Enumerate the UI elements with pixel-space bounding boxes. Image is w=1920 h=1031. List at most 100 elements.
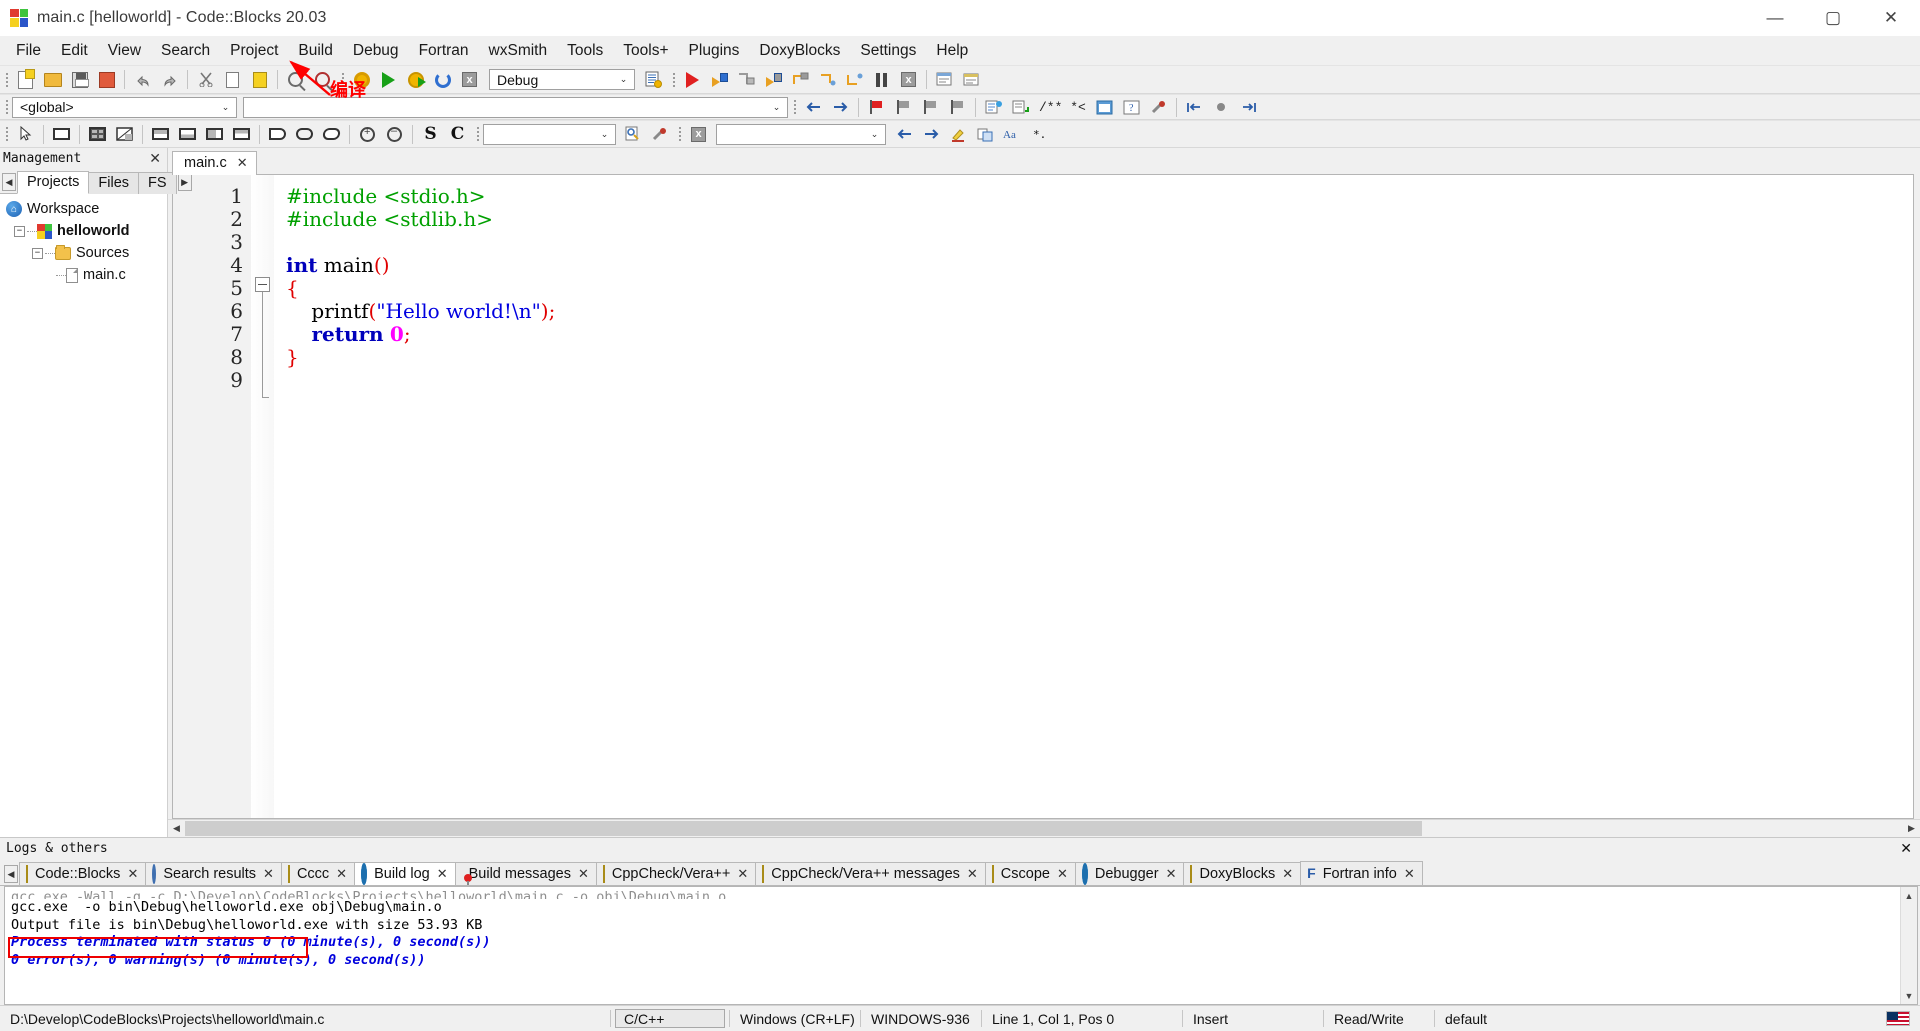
- nav-prev-result-button[interactable]: [892, 122, 917, 146]
- menu-build[interactable]: Build: [288, 39, 342, 63]
- break-debugger-button[interactable]: [869, 68, 894, 92]
- close-icon[interactable]: ✕: [1404, 866, 1415, 882]
- build-log-body[interactable]: gcc.exe -Wall -g -c D:\Develop\CodeBlock…: [4, 886, 1918, 1005]
- step-out-button[interactable]: [788, 68, 813, 92]
- tabs-scroll-right-button[interactable]: ▶: [177, 173, 192, 191]
- close-icon[interactable]: ✕: [1900, 840, 1912, 857]
- close-icon[interactable]: ✕: [237, 155, 248, 171]
- rebuild-button[interactable]: [430, 68, 455, 92]
- symbol-c-button[interactable]: C: [445, 122, 470, 146]
- save-button[interactable]: [67, 68, 92, 92]
- menu-edit[interactable]: Edit: [51, 39, 98, 63]
- doxy-run-button[interactable]: [1092, 95, 1117, 119]
- scope-select[interactable]: <global> ⌄: [12, 96, 237, 118]
- menu-tools-plus[interactable]: Tools+: [613, 39, 678, 63]
- doxy-settings-button[interactable]: [1146, 95, 1171, 119]
- toolbar-grip[interactable]: [3, 70, 10, 90]
- menu-search[interactable]: Search: [151, 39, 220, 63]
- doxy-blocks-button[interactable]: [981, 95, 1006, 119]
- status-language[interactable]: C/C++: [615, 1009, 725, 1028]
- new-file-button[interactable]: [13, 68, 38, 92]
- search-options-button[interactable]: [647, 122, 672, 146]
- zoom-out-button[interactable]: [382, 122, 407, 146]
- nav-back-button[interactable]: [801, 95, 826, 119]
- pointer-tool-button[interactable]: [13, 122, 38, 146]
- undo-button[interactable]: [130, 68, 155, 92]
- menu-tools[interactable]: Tools: [557, 39, 613, 63]
- step-into-instruction-button[interactable]: [842, 68, 867, 92]
- select-all-occurrences-button[interactable]: [973, 122, 998, 146]
- editor-tab-mainc[interactable]: main.c ✕: [172, 151, 257, 175]
- redo-button[interactable]: [157, 68, 182, 92]
- abort-build-button[interactable]: x: [457, 68, 482, 92]
- next-bookmark-button[interactable]: [918, 95, 943, 119]
- build-and-run-button[interactable]: [403, 68, 428, 92]
- log-tab-search-results[interactable]: Search results ✕: [145, 862, 282, 885]
- close-icon[interactable]: ✕: [737, 866, 748, 882]
- log-tab-build-messages[interactable]: Build messages ✕: [454, 862, 597, 885]
- scroll-thumb[interactable]: [185, 821, 1422, 836]
- extract-documentation-button[interactable]: [1008, 95, 1033, 119]
- close-icon[interactable]: ✕: [437, 866, 448, 882]
- goto-prev-button[interactable]: [1182, 95, 1207, 119]
- menu-debug[interactable]: Debug: [343, 39, 409, 63]
- code-editor[interactable]: 123456789 #include <stdio.h> #include <st…: [172, 174, 1914, 819]
- clear-bookmarks-button[interactable]: [945, 95, 970, 119]
- toolbar-grip[interactable]: [3, 124, 10, 144]
- spacer-button[interactable]: [292, 122, 317, 146]
- maximize-button[interactable]: ▢: [1804, 0, 1862, 35]
- close-icon[interactable]: ✕: [127, 866, 138, 882]
- symbol-select[interactable]: ⌄: [243, 96, 788, 118]
- debug-continue-button[interactable]: [680, 68, 705, 92]
- close-icon[interactable]: ✕: [1282, 866, 1293, 882]
- close-button[interactable]: ✕: [1862, 0, 1920, 35]
- prev-bookmark-button[interactable]: [891, 95, 916, 119]
- log-tab-fortran-info[interactable]: F Fortran info ✕: [1300, 861, 1423, 885]
- menu-settings[interactable]: Settings: [850, 39, 926, 63]
- log-tab-cppcheck-vera[interactable]: CppCheck/Vera++ ✕: [595, 862, 757, 885]
- log-vertical-scrollbar[interactable]: ▲ ▼: [1900, 887, 1917, 1004]
- expander-icon[interactable]: −: [32, 247, 43, 259]
- menu-doxyblocks[interactable]: DoxyBlocks: [749, 39, 850, 63]
- step-into-button[interactable]: [761, 68, 786, 92]
- scroll-right-icon[interactable]: ▶: [1903, 820, 1920, 837]
- nav-forward-button[interactable]: [828, 95, 853, 119]
- projects-tree[interactable]: ⌂ Workspace − helloworld − Sources main.…: [0, 194, 167, 837]
- tree-item-workspace[interactable]: ⌂ Workspace: [0, 198, 167, 220]
- sidebar-tab-files[interactable]: Files: [88, 172, 140, 194]
- oval-button[interactable]: [319, 122, 344, 146]
- goto-marker-button[interactable]: [1209, 95, 1234, 119]
- debugging-windows-button[interactable]: [932, 68, 957, 92]
- logs-scroll-left-button[interactable]: ◀: [4, 865, 18, 883]
- nav-next-result-button[interactable]: [919, 122, 944, 146]
- box-sizer-h-button[interactable]: [148, 122, 173, 146]
- minimize-button[interactable]: —: [1746, 0, 1804, 35]
- editor-horizontal-scrollbar[interactable]: ◀ ▶: [168, 819, 1920, 837]
- highlight-button[interactable]: [946, 122, 971, 146]
- sidebar-tab-fs[interactable]: FS: [138, 172, 177, 194]
- goto-next-button[interactable]: [1236, 95, 1261, 119]
- panel-button[interactable]: [49, 122, 74, 146]
- close-icon[interactable]: ✕: [578, 866, 589, 882]
- close-icon[interactable]: ✕: [1057, 866, 1068, 882]
- box-sizer-v-button[interactable]: [175, 122, 200, 146]
- close-icon[interactable]: ✕: [1166, 866, 1177, 882]
- menu-fortran[interactable]: Fortran: [409, 39, 479, 63]
- grid-sizer-button[interactable]: [85, 122, 110, 146]
- next-line-button[interactable]: [734, 68, 759, 92]
- toggle-bookmark-button[interactable]: [864, 95, 889, 119]
- scroll-up-icon[interactable]: ▲: [1901, 887, 1917, 904]
- log-tab-debugger[interactable]: Debugger ✕: [1074, 862, 1185, 885]
- secondary-search-input[interactable]: ⌄: [716, 123, 886, 145]
- stretch-spacer-button[interactable]: [265, 122, 290, 146]
- scroll-track[interactable]: [1901, 904, 1917, 987]
- paste-button[interactable]: [247, 68, 272, 92]
- static-box-h-button[interactable]: [202, 122, 227, 146]
- wxsmith-search-input[interactable]: ⌄: [483, 123, 616, 145]
- scroll-left-icon[interactable]: ◀: [168, 820, 185, 837]
- menu-file[interactable]: File: [6, 39, 51, 63]
- sidebar-tab-projects[interactable]: Projects: [17, 171, 90, 194]
- close-icon[interactable]: ✕: [263, 866, 274, 882]
- next-instruction-button[interactable]: [815, 68, 840, 92]
- various-info-button[interactable]: [959, 68, 984, 92]
